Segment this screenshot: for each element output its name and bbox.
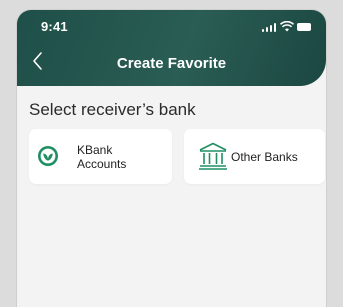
battery-icon [297, 23, 311, 31]
status-icons [262, 21, 312, 32]
page-title: Create Favorite [116, 55, 227, 72]
kbank-accounts-label: KBank Accounts [77, 143, 127, 171]
status-time: 9:41 [41, 19, 68, 34]
header: 9:41 Create Favorite [17, 10, 326, 86]
bank-building-icon [199, 142, 227, 170]
other-banks-label: Other Banks [231, 150, 298, 164]
kbank-logo-icon [38, 146, 58, 166]
signal-icon [262, 22, 276, 32]
section-title: Select receiver’s bank [29, 100, 196, 119]
phone-screen: 9:41 Create Favorite Select receiver’s b… [17, 10, 326, 307]
wifi-icon [280, 21, 294, 32]
kbank-accounts-option[interactable]: KBank Accounts [29, 129, 172, 184]
other-banks-option[interactable]: Other Banks [184, 129, 325, 184]
